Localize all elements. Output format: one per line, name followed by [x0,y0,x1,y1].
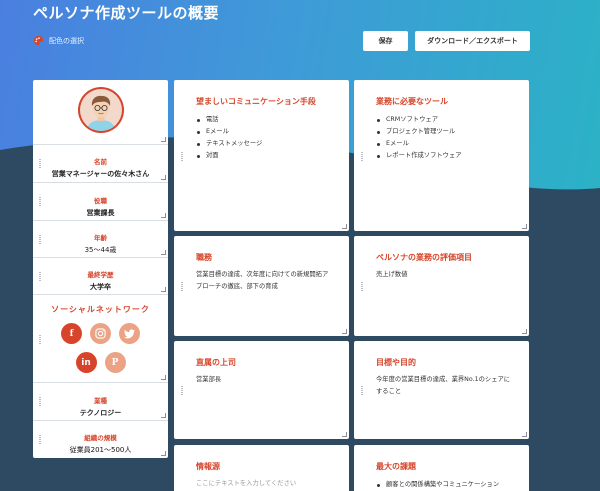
boss-text[interactable]: 営業部長 [196,374,333,386]
list-item: プロジェクト管理ツール [376,126,462,138]
page-title: ペルソナ作成ツールの概要 [33,4,220,22]
name-field[interactable]: 名前 営業マネージャーの佐々木さん [33,145,168,183]
info-source-input[interactable]: ここにテキストを入力してください [196,478,333,490]
duties-card[interactable]: 職務 営業目標の達成、次年度に向けての新規開拓アプローチの徹底、部下の育成 [174,236,349,336]
resize-handle-icon[interactable] [161,137,166,142]
drag-handle-icon[interactable] [39,335,41,344]
goals-card[interactable]: 目標や目的 今年度の営業目標の達成、業界No.1のシェアにすること [354,341,529,439]
facebook-icon[interactable]: f [61,323,82,344]
age-field[interactable]: 年齢 35〜44歳 [33,221,168,258]
drag-handle-icon[interactable] [361,282,363,291]
drag-handle-icon[interactable] [39,435,41,444]
social-network-section: ソーシャルネットワーク f in P [33,295,168,383]
resize-handle-icon[interactable] [342,432,347,437]
linkedin-icon[interactable]: in [75,352,97,373]
avatar-section [33,80,168,145]
goals-title: 目標や目的 [376,358,416,367]
pinterest-icon[interactable]: P [104,352,126,373]
drag-handle-icon[interactable] [39,272,41,281]
resize-handle-icon[interactable] [161,375,166,380]
color-select-button[interactable]: 配色の選択 [33,35,84,46]
industry-field[interactable]: 業種 テクノロジー [33,383,168,421]
resize-handle-icon[interactable] [522,329,527,334]
drag-handle-icon[interactable] [181,386,183,395]
evaluation-card[interactable]: ペルソナの業務の評価項目 売上げ数値 [354,236,529,336]
challenges-card[interactable]: 最大の課題 顧客との関係構築やコミュニケーション [354,445,529,491]
list-item: 顧客との関係構築やコミュニケーション [376,479,499,491]
drag-handle-icon[interactable] [39,235,41,244]
export-button[interactable]: ダウンロード／エクスポート [415,31,530,51]
goals-text[interactable]: 今年度の営業目標の達成、業界No.1のシェアにすること [376,374,513,398]
evaluation-text[interactable]: 売上げ数値 [376,269,513,281]
resize-handle-icon[interactable] [342,329,347,334]
position-label: 役職 [94,197,107,205]
education-label: 最終学歴 [87,271,114,279]
education-value[interactable]: 大学卒 [33,282,168,292]
resize-handle-icon[interactable] [522,224,527,229]
social-network-title: ソーシャルネットワーク [51,305,150,314]
position-field[interactable]: 役職 営業課長 [33,183,168,221]
drag-handle-icon[interactable] [39,397,41,406]
resize-handle-icon[interactable] [161,287,166,292]
list-item: CRMソフトウェア [376,114,462,126]
drag-handle-icon[interactable] [181,151,183,161]
resize-handle-icon[interactable] [342,224,347,229]
list-item: Eメール [376,138,462,150]
org-size-value[interactable]: 従業員201〜500人 [33,445,168,455]
name-label: 名前 [94,158,107,166]
info-source-card[interactable]: 情報源 ここにテキストを入力してください [174,445,349,491]
drag-handle-icon[interactable] [39,197,41,206]
resize-handle-icon[interactable] [161,213,166,218]
twitter-icon[interactable] [119,323,140,344]
resize-handle-icon[interactable] [161,413,166,418]
boss-title: 直属の上司 [196,358,236,367]
industry-label: 業種 [94,397,107,405]
persona-profile-sidebar: 名前 営業マネージャーの佐々木さん 役職 営業課長 年齢 35〜44歳 最終学歴… [33,80,168,458]
drag-handle-icon[interactable] [181,282,183,291]
evaluation-title: ペルソナの業務の評価項目 [376,253,472,262]
position-value[interactable]: 営業課長 [33,208,168,218]
instagram-icon[interactable] [90,323,111,344]
list-item: テキストメッセージ [196,138,262,150]
color-select-label: 配色の選択 [49,36,84,45]
drag-handle-icon[interactable] [361,386,363,395]
avatar[interactable] [77,87,124,133]
list-item: Eメール [196,126,262,138]
challenges-list[interactable]: 顧客との関係構築やコミュニケーション [376,479,499,491]
resize-handle-icon[interactable] [161,175,166,180]
org-size-label: 組織の規模 [84,434,117,442]
tools-title: 業務に必要なツール [376,97,448,106]
list-item: 電話 [196,114,262,126]
challenges-title: 最大の課題 [376,462,416,471]
resize-handle-icon[interactable] [161,250,166,255]
communication-card[interactable]: 望ましいコミュニケーション手段 電話 Eメール テキストメッセージ 対面 [174,80,349,231]
duties-text[interactable]: 営業目標の達成、次年度に向けての新規開拓アプローチの徹底、部下の育成 [196,269,333,293]
tools-card[interactable]: 業務に必要なツール CRMソフトウェア プロジェクト管理ツール Eメール レポー… [354,80,529,231]
name-value[interactable]: 営業マネージャーの佐々木さん [33,169,168,179]
drag-handle-icon[interactable] [361,151,363,161]
industry-value[interactable]: テクノロジー [33,408,168,418]
list-item: レポート作成ソフトウェア [376,150,462,162]
communication-list[interactable]: 電話 Eメール テキストメッセージ 対面 [196,114,262,162]
communication-title: 望ましいコミュニケーション手段 [196,97,316,106]
drag-handle-icon[interactable] [39,159,41,168]
education-field[interactable]: 最終学歴 大学卒 [33,258,168,295]
resize-handle-icon[interactable] [161,451,166,456]
boss-card[interactable]: 直属の上司 営業部長 [174,341,349,439]
palette-icon [33,35,44,46]
age-value[interactable]: 35〜44歳 [33,245,168,255]
resize-handle-icon[interactable] [522,432,527,437]
list-item: 対面 [196,150,262,162]
tools-list[interactable]: CRMソフトウェア プロジェクト管理ツール Eメール レポート作成ソフトウェア [376,114,462,162]
org-size-field[interactable]: 組織の規模 従業員201〜500人 [33,421,168,458]
age-label: 年齢 [94,234,107,242]
info-source-title: 情報源 [196,462,220,471]
save-button[interactable]: 保存 [363,31,408,51]
duties-title: 職務 [196,253,212,262]
